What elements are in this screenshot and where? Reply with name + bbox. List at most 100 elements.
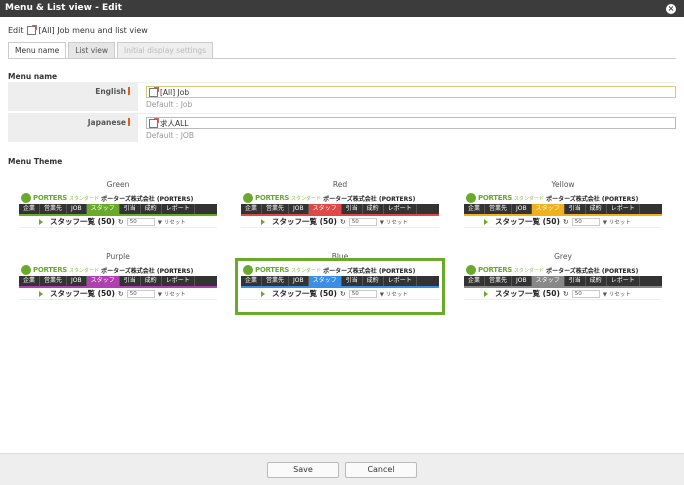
- theme-preview[interactable]: PORTERS スタンダード ポーターズ株式会社 (PORTERS) 企業 営業先 JO…: [464, 192, 662, 237]
- japanese-default-hint: Default : JOB: [146, 131, 194, 140]
- theme-preview[interactable]: PORTERS スタンダード ポーターズ株式会社 (PORTERS) 企業 営業先 JO…: [19, 192, 217, 237]
- edition: スタンダード: [69, 195, 100, 202]
- menu-item: JOB: [289, 204, 309, 214]
- dialog-footer: Save Cancel: [0, 453, 684, 485]
- note-icon: [149, 117, 159, 128]
- play-icon: [39, 218, 43, 225]
- theme-preview[interactable]: PORTERS スタンダード ポーターズ株式会社 (PORTERS) 企業 営業先 JO…: [19, 264, 217, 309]
- menu-item: スタッフ: [308, 204, 342, 214]
- menu-item: 引当: [120, 204, 141, 214]
- count-select: 50: [571, 217, 600, 226]
- reset-link: ▼ リセット: [379, 219, 408, 226]
- save-button[interactable]: Save: [267, 462, 339, 478]
- theme-purple[interactable]: Purple PORTERS スタンダード ポーターズ株式会社 (PORTERS) …: [18, 252, 218, 309]
- edit-dialog: Menu & List view - Edit × Edit [All] Job…: [0, 0, 684, 485]
- theme-name: Red: [332, 180, 348, 189]
- menu-item: レポート: [162, 204, 195, 214]
- edition: スタンダード: [514, 195, 545, 202]
- theme-preview[interactable]: PORTERS スタンダード ポーターズ株式会社 (PORTERS) 企業 営業先 JO…: [464, 264, 662, 309]
- brand: PORTERS: [33, 194, 68, 202]
- theme-yellow[interactable]: Yellow PORTERS スタンダード ポーターズ株式会社 (PORTERS) …: [463, 180, 663, 237]
- reset-link: ▼ リセット: [602, 291, 631, 298]
- tab-initial-display-settings: Initial display settings: [117, 42, 214, 58]
- menu-item: JOB: [67, 204, 87, 214]
- english-default-hint: Default : Job: [146, 100, 193, 109]
- tab-divider: [8, 58, 676, 59]
- porters-logo-icon: [21, 265, 31, 275]
- brand: PORTERS: [255, 266, 290, 274]
- list-title: スタッフ一覧 (50): [50, 217, 115, 226]
- count-select: 50: [126, 289, 155, 298]
- menu-item: 企業: [241, 276, 263, 286]
- menu-item: 営業先: [485, 204, 513, 214]
- menu-item: レポート: [384, 276, 417, 286]
- brand: PORTERS: [255, 194, 290, 202]
- refresh-icon: ↻: [562, 217, 569, 226]
- list-title: スタッフ一覧 (50): [50, 289, 115, 298]
- count-select: 50: [126, 217, 155, 226]
- menu-item: スタッフ: [308, 276, 342, 286]
- play-icon: [484, 290, 488, 297]
- english-row: English [All] Job Default : Job: [8, 82, 676, 111]
- menu-item: 成約: [586, 204, 607, 214]
- refresh-icon: ↻: [339, 217, 346, 226]
- english-name-input[interactable]: [All] Job: [146, 86, 676, 98]
- note-icon: [149, 86, 159, 97]
- porters-logo-icon: [243, 265, 253, 275]
- theme-name: Green: [106, 180, 130, 189]
- edition: スタンダード: [514, 267, 545, 274]
- menu-item: レポート: [384, 204, 417, 214]
- porters-logo-icon: [21, 193, 31, 203]
- menu-item: 営業先: [40, 204, 68, 214]
- close-icon[interactable]: ×: [666, 4, 676, 14]
- menu-item: 引当: [120, 276, 141, 286]
- list-title: スタッフ一覧 (50): [495, 289, 560, 298]
- menu-item: 営業先: [262, 276, 290, 286]
- theme-grey[interactable]: Grey PORTERS スタンダード ポーターズ株式会社 (PORTERS) 企業…: [463, 252, 663, 309]
- cancel-button[interactable]: Cancel: [345, 462, 417, 478]
- menu-bar: 企業 営業先 JOB スタッフ 引当 成約 レポート: [464, 204, 662, 214]
- menu-item: スタッフ: [531, 204, 565, 214]
- theme-blue[interactable]: Blue PORTERS スタンダード ポーターズ株式会社 (PORTERS) 企業…: [235, 252, 445, 315]
- menu-item: 成約: [586, 276, 607, 286]
- theme-green[interactable]: Green PORTERS スタンダード ポーターズ株式会社 (PORTERS) 企…: [18, 180, 218, 237]
- menu-theme-section-title: Menu Theme: [8, 157, 63, 166]
- play-icon: [261, 218, 265, 225]
- menu-item: 企業: [464, 276, 486, 286]
- edition: スタンダード: [69, 267, 100, 274]
- list-title: スタッフ一覧 (50): [272, 217, 337, 226]
- menu-item: 成約: [363, 276, 384, 286]
- reset-link: ▼ リセット: [379, 291, 408, 298]
- tab-list-view[interactable]: List view: [68, 42, 116, 58]
- play-icon: [261, 290, 265, 297]
- menu-item: レポート: [607, 276, 640, 286]
- theme-name: Purple: [106, 252, 130, 261]
- menu-bar: 企業 営業先 JOB スタッフ 引当 成約 レポート: [241, 204, 439, 214]
- menu-item: 引当: [342, 204, 363, 214]
- theme-preview[interactable]: PORTERS スタンダード ポーターズ株式会社 (PORTERS) 企業 営業先 JO…: [235, 258, 445, 315]
- edit-target-name: [All] Job menu and list view: [38, 26, 148, 35]
- edition: スタンダード: [291, 195, 322, 202]
- reset-link: ▼ リセット: [157, 219, 186, 226]
- theme-red[interactable]: Red PORTERS スタンダード ポーターズ株式会社 (PORTERS) 企業営…: [240, 180, 440, 237]
- theme-preview[interactable]: PORTERS スタンダード ポーターズ株式会社 (PORTERS) 企業 営業先 JO…: [241, 192, 439, 237]
- menu-item: 企業: [19, 276, 41, 286]
- company-name: ポーターズ株式会社 (PORTERS): [323, 267, 416, 275]
- japanese-name-input[interactable]: 求人ALL: [146, 117, 676, 129]
- menu-item: JOB: [289, 276, 309, 286]
- edit-heading: Edit [All] Job menu and list view: [8, 25, 148, 35]
- menu-item: 成約: [363, 204, 384, 214]
- menu-item: 営業先: [485, 276, 513, 286]
- play-icon: [39, 290, 43, 297]
- tab-menu-name[interactable]: Menu name: [8, 42, 67, 59]
- menu-item: レポート: [607, 204, 640, 214]
- menu-bar: 企業 営業先 JOB スタッフ 引当 成約 レポート: [19, 276, 217, 286]
- menu-item: スタッフ: [86, 276, 120, 286]
- brand: PORTERS: [33, 266, 68, 274]
- menu-item: 成約: [141, 276, 162, 286]
- theme-name: Yellow: [551, 180, 575, 189]
- menu-item: JOB: [67, 276, 87, 286]
- reset-link: ▼ リセット: [602, 219, 631, 226]
- menu-bar: 企業 営業先 JOB スタッフ 引当 成約 レポート: [464, 276, 662, 286]
- menu-item: スタッフ: [86, 204, 120, 214]
